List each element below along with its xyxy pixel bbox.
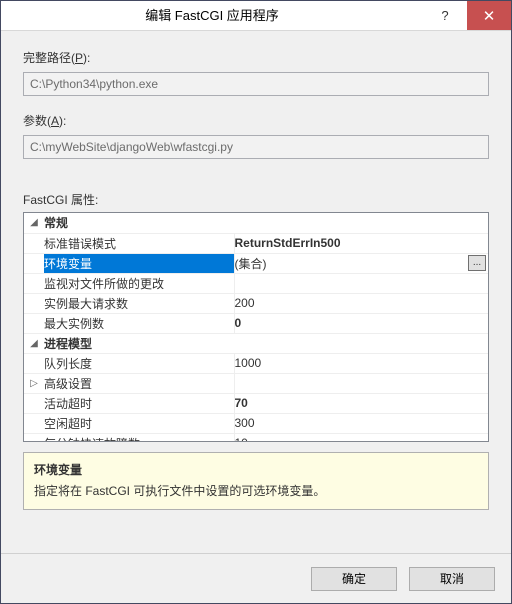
property-row: 监视对文件所做的更改 bbox=[24, 273, 488, 293]
full-path-input[interactable] bbox=[23, 72, 489, 96]
property-row: 空闲超时300 bbox=[24, 413, 488, 433]
description-panel: 环境变量 指定将在 FastCGI 可执行文件中设置的可选环境变量。 bbox=[23, 452, 489, 510]
close-button[interactable]: ✕ bbox=[467, 1, 511, 30]
dialog-window: 编辑 FastCGI 应用程序 ? ✕ 完整路径(P): 参数(A): Fast… bbox=[0, 0, 512, 604]
property-row: 活动超时70 bbox=[24, 393, 488, 413]
prop-name[interactable]: 环境变量 bbox=[44, 253, 234, 273]
expand-icon[interactable]: ◢ bbox=[24, 333, 44, 353]
prop-value[interactable]: 0 bbox=[234, 313, 488, 333]
prop-value[interactable]: 10 bbox=[234, 433, 488, 442]
property-row: ▷高级设置 bbox=[24, 373, 488, 393]
prop-name[interactable]: 空闲超时 bbox=[44, 413, 234, 433]
description-title: 环境变量 bbox=[34, 461, 478, 478]
description-text: 指定将在 FastCGI 可执行文件中设置的可选环境变量。 bbox=[34, 482, 478, 499]
prop-value[interactable]: 1000 bbox=[234, 353, 488, 373]
property-row: 每分钟快速故障数10 bbox=[24, 433, 488, 442]
prop-value[interactable]: ReturnStdErrIn500 bbox=[234, 233, 488, 253]
ellipsis-button[interactable]: ... bbox=[468, 255, 486, 271]
prop-name[interactable]: 活动超时 bbox=[44, 393, 234, 413]
category-label: 进程模型 bbox=[44, 333, 488, 353]
expand-icon[interactable]: ◢ bbox=[24, 213, 44, 233]
category-label: 常规 bbox=[44, 213, 488, 233]
category-row: ◢进程模型 bbox=[24, 333, 488, 353]
titlebar: 编辑 FastCGI 应用程序 ? ✕ bbox=[1, 1, 511, 31]
prop-name[interactable]: 最大实例数 bbox=[44, 313, 234, 333]
window-title: 编辑 FastCGI 应用程序 bbox=[1, 1, 423, 30]
cancel-button[interactable]: 取消 bbox=[409, 567, 495, 591]
property-row: 实例最大请求数200 bbox=[24, 293, 488, 313]
prop-value[interactable] bbox=[234, 273, 488, 293]
fastcgi-properties-label: FastCGI 属性: bbox=[23, 191, 489, 208]
property-grid[interactable]: ◢常规 标准错误模式ReturnStdErrIn500 环境变量(集合)... … bbox=[23, 212, 489, 442]
expand-icon[interactable]: ▷ bbox=[24, 373, 44, 393]
ok-button[interactable]: 确定 bbox=[311, 567, 397, 591]
category-row: ◢常规 bbox=[24, 213, 488, 233]
prop-name[interactable]: 队列长度 bbox=[44, 353, 234, 373]
property-row: 队列长度1000 bbox=[24, 353, 488, 373]
button-bar: 确定 取消 bbox=[1, 553, 511, 603]
prop-name[interactable]: 实例最大请求数 bbox=[44, 293, 234, 313]
prop-value[interactable]: 70 bbox=[234, 393, 488, 413]
prop-value[interactable]: 200 bbox=[234, 293, 488, 313]
help-button[interactable]: ? bbox=[423, 1, 467, 30]
content-area: 完整路径(P): 参数(A): FastCGI 属性: ◢常规 标准错误模式Re… bbox=[1, 31, 511, 553]
property-row: 最大实例数0 bbox=[24, 313, 488, 333]
prop-name[interactable]: 每分钟快速故障数 bbox=[44, 433, 234, 442]
arguments-label: 参数(A): bbox=[23, 112, 489, 129]
full-path-label: 完整路径(P): bbox=[23, 49, 489, 66]
property-row: 标准错误模式ReturnStdErrIn500 bbox=[24, 233, 488, 253]
prop-value[interactable]: 300 bbox=[234, 413, 488, 433]
arguments-input[interactable] bbox=[23, 135, 489, 159]
prop-value[interactable]: (集合)... bbox=[234, 253, 488, 273]
prop-value[interactable] bbox=[234, 373, 488, 393]
prop-name[interactable]: 监视对文件所做的更改 bbox=[44, 273, 234, 293]
prop-name[interactable]: 高级设置 bbox=[44, 373, 234, 393]
property-row-selected: 环境变量(集合)... bbox=[24, 253, 488, 273]
prop-name[interactable]: 标准错误模式 bbox=[44, 233, 234, 253]
